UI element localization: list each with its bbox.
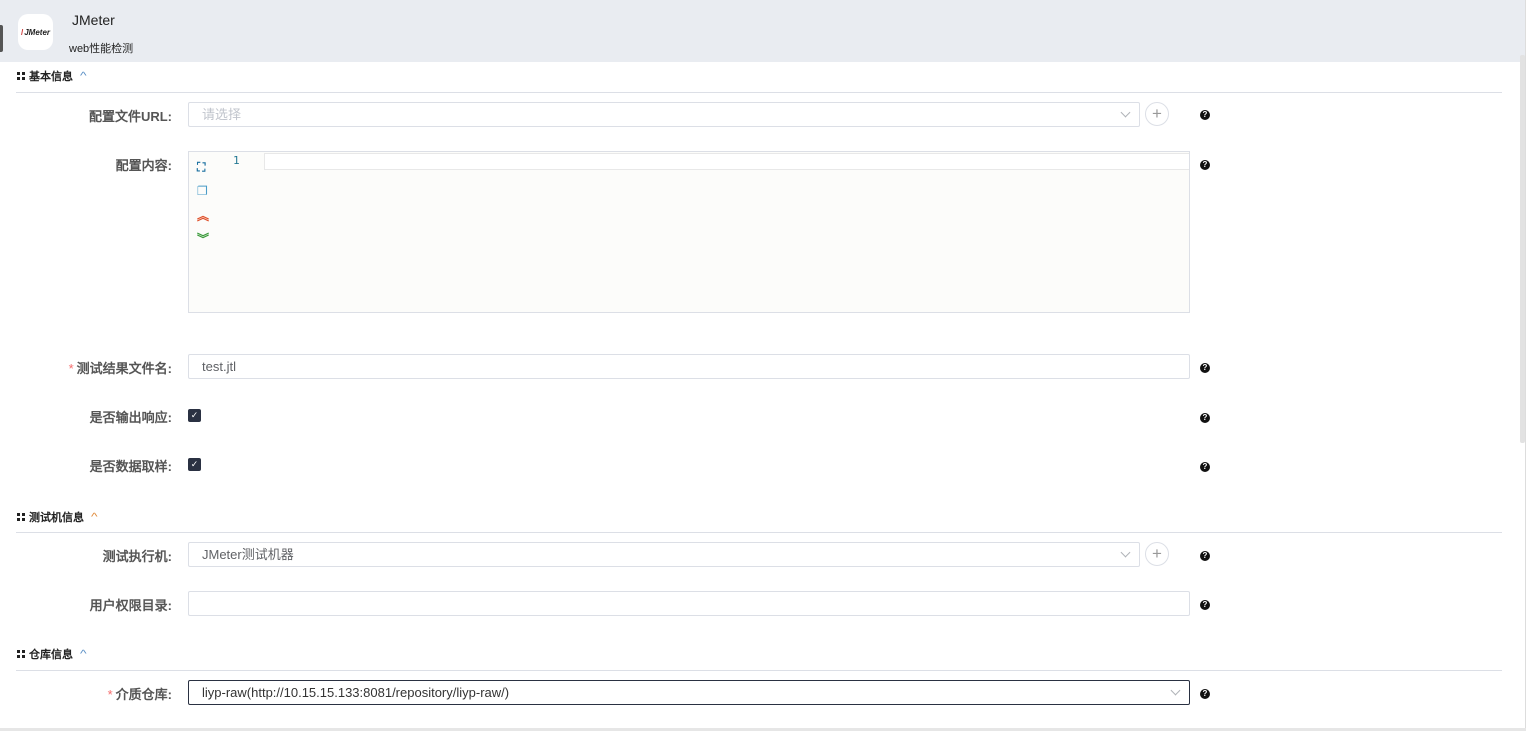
help-icon[interactable]: ?	[1200, 600, 1210, 610]
expand-down-icon[interactable]: ︾	[197, 233, 209, 245]
help-icon[interactable]: ?	[1200, 551, 1210, 561]
chevron-down-icon	[1170, 685, 1181, 696]
help-icon[interactable]: ?	[1200, 160, 1210, 170]
help-icon[interactable]: ?	[1200, 110, 1210, 120]
chevron-up-icon[interactable]: ^	[80, 649, 87, 660]
line-number: 1	[233, 154, 240, 167]
section-title: 基本信息	[29, 71, 73, 83]
divider	[16, 532, 1502, 533]
fullscreen-icon[interactable]: ⛶	[197, 161, 205, 173]
jmeter-logo: / JMeter	[18, 14, 53, 50]
sidebar-toggle[interactable]	[0, 25, 3, 52]
result-file-input[interactable]: test.jtl	[188, 354, 1190, 379]
data-sampling-checkbox[interactable]: ✓	[188, 458, 201, 471]
add-executor-button[interactable]: +	[1145, 542, 1169, 566]
help-icon[interactable]: ?	[1200, 413, 1210, 423]
repository-label: * 介质仓库:	[107, 687, 172, 702]
app-title: JMeter	[72, 12, 115, 28]
repository-select[interactable]: liyp-raw(http://10.15.15.133:8081/reposi…	[188, 680, 1190, 705]
section-repo-header[interactable]: 仓库信息 ^	[17, 646, 87, 662]
config-url-select[interactable]: 请选择	[188, 102, 1140, 127]
editor-current-line[interactable]	[264, 153, 1189, 170]
add-config-button[interactable]: +	[1145, 102, 1169, 126]
config-url-label: 配置文件URL:	[88, 109, 172, 124]
grid-icon	[17, 513, 25, 521]
section-title: 测试机信息	[29, 512, 84, 524]
executor-label: 测试执行机:	[102, 549, 172, 564]
user-dir-input[interactable]	[188, 591, 1190, 616]
help-icon[interactable]: ?	[1200, 689, 1210, 699]
code-editor[interactable]: 1 ⛶ ❐ ︽ ︾	[188, 151, 1190, 313]
section-basic-header[interactable]: 基本信息 ^	[17, 68, 87, 84]
config-content-label: 配置内容:	[115, 158, 172, 173]
divider	[16, 92, 1502, 93]
grid-icon	[17, 72, 25, 80]
copy-icon[interactable]: ❐	[197, 185, 208, 197]
help-icon[interactable]: ?	[1200, 363, 1210, 373]
help-icon[interactable]: ?	[1200, 462, 1210, 472]
result-file-label: * 测试结果文件名:	[68, 361, 172, 376]
border	[1525, 0, 1526, 731]
section-title: 仓库信息	[29, 649, 73, 661]
chevron-down-icon	[1120, 107, 1131, 118]
chevron-down-icon	[1120, 547, 1131, 558]
executor-select[interactable]: JMeter测试机器	[188, 542, 1140, 567]
app-subtitle: web性能检测	[69, 43, 134, 55]
section-machine-header[interactable]: 测试机信息 ^	[17, 509, 98, 525]
user-dir-label: 用户权限目录:	[89, 598, 172, 613]
data-sampling-label: 是否数据取样:	[89, 459, 172, 474]
app-header	[0, 0, 1526, 62]
grid-icon	[17, 650, 25, 658]
output-response-label: 是否输出响应:	[89, 410, 172, 425]
collapse-up-icon[interactable]: ︽	[197, 210, 209, 222]
output-response-checkbox[interactable]: ✓	[188, 409, 201, 422]
divider	[16, 670, 1502, 671]
chevron-up-icon[interactable]: ^	[80, 71, 87, 82]
chevron-up-icon[interactable]: ^	[91, 512, 98, 523]
